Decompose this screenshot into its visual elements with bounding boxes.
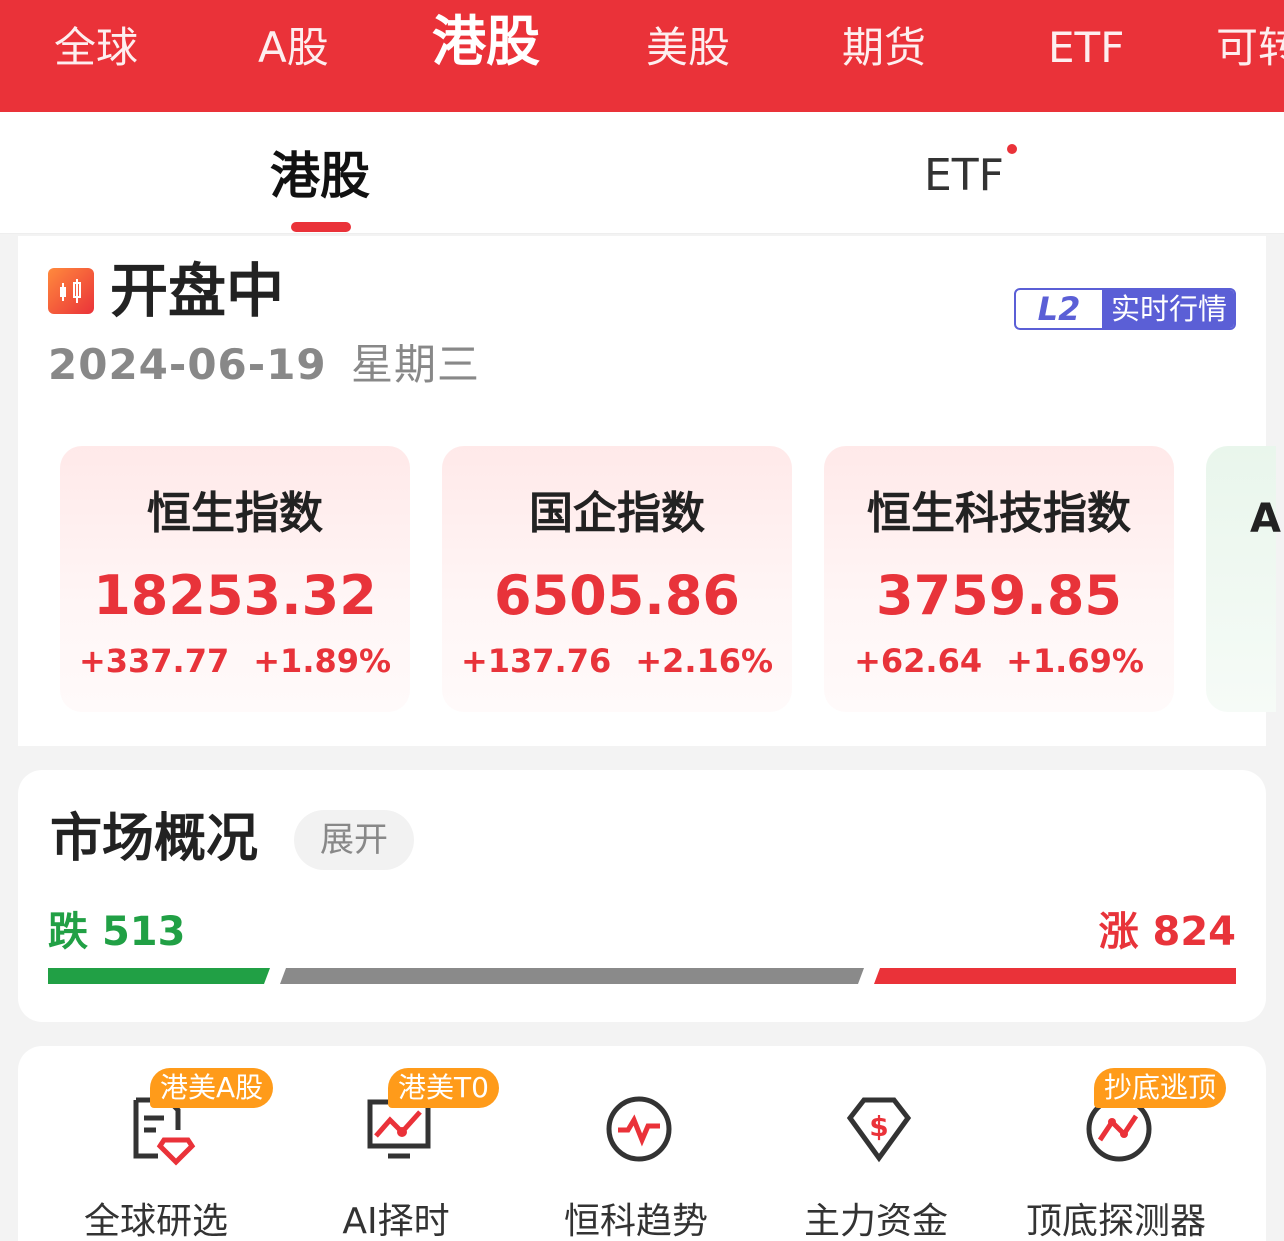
decliners-bar (48, 968, 270, 984)
l2-realtime-badge[interactable]: L2 实时行情 (1014, 288, 1236, 330)
market-overview-card: 市场概况 展开 跌 513 涨 824 (18, 770, 1266, 1022)
index-name: 国企指数 (529, 488, 705, 539)
index-card-hscei[interactable]: 国企指数 6505.86 +137.76 +2.16% (442, 446, 792, 712)
tool-badge: 抄底逃顶 (1094, 1068, 1227, 1108)
subtab-etf[interactable]: ETF (924, 146, 1004, 206)
index-name: A (1250, 496, 1281, 542)
tool-badge: 港美T0 (388, 1068, 499, 1108)
advancers-value: 824 (1152, 909, 1237, 955)
tool-label: AI择时 (342, 1201, 450, 1241)
tab-global[interactable]: 全球 (54, 20, 138, 76)
candlestick-icon (48, 268, 94, 314)
tool-top-bottom-detector[interactable]: 抄底逃顶 顶底探测器 (996, 1068, 1236, 1241)
l2-label: 实时行情 (1102, 290, 1234, 328)
active-tab-indicator (291, 222, 351, 232)
date-value: 2024-06-19 (48, 340, 327, 389)
subtab-hk-stocks[interactable]: 港股 (270, 146, 370, 206)
tab-futures[interactable]: 期货 (842, 20, 926, 76)
tab-etf[interactable]: ETF (1048, 20, 1124, 76)
advancers-label: 涨 (1098, 909, 1139, 955)
decliners-label: 跌 (48, 909, 88, 955)
market-status: 开盘中 (110, 257, 285, 325)
unchanged-bar (280, 968, 864, 984)
index-value: 6505.86 (494, 564, 740, 627)
index-name: 恒生科技指数 (867, 488, 1131, 539)
index-change-pct: +1.89% (253, 642, 392, 680)
tool-label: 恒科趋势 (563, 1201, 708, 1241)
svg-text:$: $ (869, 1110, 888, 1143)
market-overview-title: 市场概况 (50, 809, 259, 869)
sub-nav: 港股 ETF (0, 112, 1284, 234)
market-status-card: 开盘中 2024-06-19 星期三 L2 实时行情 恒生指数 18253.32… (18, 236, 1281, 746)
index-change-points: +137.76 (460, 642, 612, 680)
index-change-pct: +1.69% (1006, 642, 1144, 680)
index-change: +62.64 +1.69% (824, 640, 1174, 682)
index-name: 恒生指数 (147, 488, 323, 539)
tool-label: 顶底探测器 (1025, 1201, 1206, 1241)
tools-card: 港美A股 全球研选 港美T0 AI择时 恒科趋势 $ 主力资金 抄底逃顶 顶底探… (18, 1046, 1266, 1241)
tab-hk-stocks[interactable]: 港股 (432, 10, 540, 74)
l2-logo: L2 (1037, 290, 1081, 328)
decliners-count: 跌 513 (48, 906, 185, 958)
dollar-diamond-icon: $ (846, 1097, 912, 1163)
expand-button[interactable]: 展开 (294, 810, 414, 870)
advancers-bar (874, 968, 1236, 984)
index-value: 18253.32 (93, 564, 377, 627)
tool-label: 主力资金 (803, 1201, 948, 1241)
tool-ai-timing[interactable]: 港美T0 AI择时 (276, 1068, 516, 1241)
index-change: +337.77 +1.89% (60, 640, 410, 682)
index-change-points: +62.64 (854, 642, 983, 680)
market-date: 2024-06-19 星期三 (48, 338, 480, 392)
index-change: +137.76 +2.16% (442, 640, 792, 682)
tab-convertible[interactable]: 可转 (1216, 20, 1284, 76)
index-card-hstech[interactable]: 恒生科技指数 3759.85 +62.64 +1.69% (824, 446, 1174, 712)
tool-label: 全球研选 (83, 1201, 228, 1241)
index-card-partial[interactable]: A (1206, 446, 1281, 712)
top-market-nav: 全球 A股 港股 美股 期货 ETF 可转 (0, 0, 1284, 112)
tool-hstech-trend[interactable]: 恒科趋势 (516, 1076, 756, 1241)
index-card-hsi[interactable]: 恒生指数 18253.32 +337.77 +1.89% (60, 446, 410, 712)
pulse-icon (606, 1096, 672, 1162)
index-value: 3759.85 (876, 564, 1122, 627)
index-change-pct: +2.16% (635, 642, 774, 680)
tool-main-funds[interactable]: $ 主力资金 (756, 1076, 996, 1241)
advancers-count: 涨 824 (1099, 906, 1236, 958)
tool-badge: 港美A股 (150, 1068, 274, 1108)
tab-a-shares[interactable]: A股 (258, 20, 329, 76)
tab-us-stocks[interactable]: 美股 (646, 20, 730, 76)
notification-dot (1007, 144, 1017, 154)
decliners-value: 513 (101, 909, 186, 955)
weekday-value: 星期三 (351, 340, 481, 389)
index-change-points: +337.77 (78, 642, 230, 680)
tool-global-research[interactable]: 港美A股 全球研选 (36, 1068, 276, 1241)
